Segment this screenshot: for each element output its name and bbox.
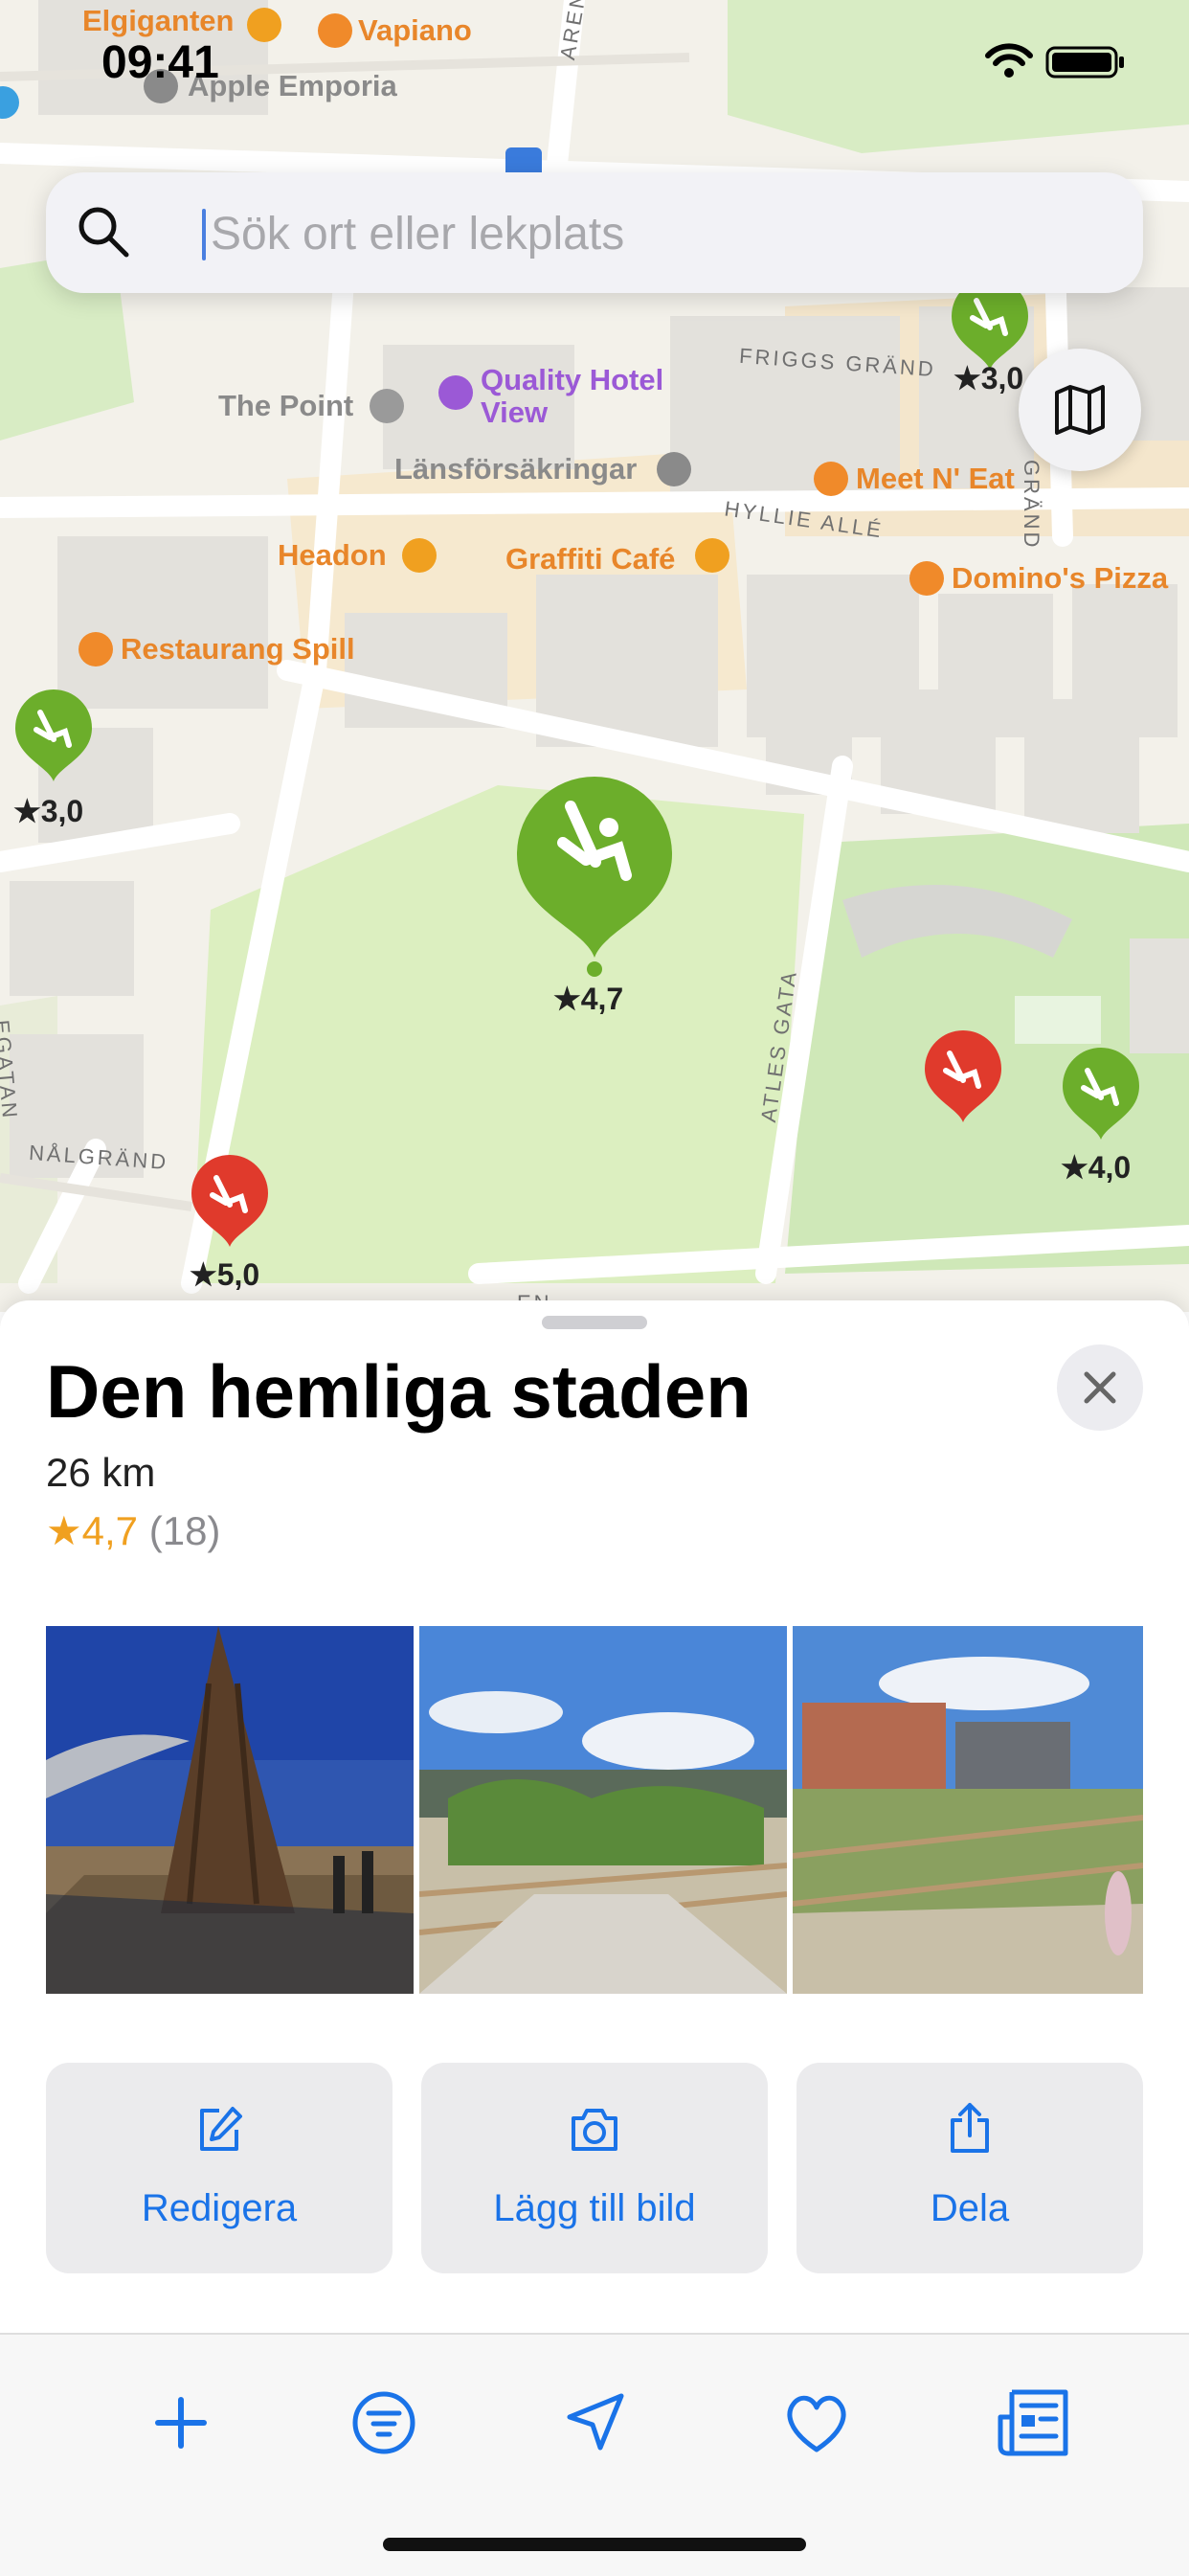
shopping-bag-icon	[247, 8, 281, 42]
pin-rating: ★3,0	[13, 794, 84, 828]
poi-graffiti-cafe[interactable]: Graffiti Café	[505, 542, 675, 576]
search-bar[interactable]	[46, 172, 1143, 293]
restaurant-icon	[79, 632, 113, 667]
star-icon: ★	[46, 1508, 82, 1553]
share-icon	[951, 2103, 989, 2153]
poi-meet-n-eat[interactable]: Meet N' Eat	[856, 462, 1015, 496]
hotel-icon	[438, 375, 473, 410]
text-caret	[202, 209, 206, 260]
poi-lansforsakringar[interactable]: Länsförsäkringar	[394, 452, 637, 486]
pin-rating: ★5,0	[190, 1257, 260, 1292]
pin-rating: ★4,7	[553, 982, 624, 1016]
rating-value: 4,7	[81, 1508, 139, 1553]
poi-dominos-pizza[interactable]: Domino's Pizza	[952, 561, 1168, 596]
close-button[interactable]	[1057, 1344, 1143, 1431]
review-count: (18)	[148, 1508, 221, 1553]
playground-pin-green[interactable]	[11, 689, 96, 785]
poi-vapiano[interactable]: Vapiano	[358, 13, 472, 48]
edit-label: Redigera	[141, 2187, 298, 2229]
playground-pin-green[interactable]	[1059, 1048, 1143, 1143]
camera-icon	[572, 2109, 617, 2151]
place-photo[interactable]	[46, 1626, 414, 1994]
edit-button[interactable]: Redigera	[46, 2063, 393, 2273]
pin-rating: ★4,0	[1061, 1150, 1132, 1185]
place-distance: 26 km	[46, 1450, 156, 1495]
poi-restaurang-spill[interactable]: Restaurang Spill	[121, 632, 355, 667]
bank-icon	[657, 452, 691, 486]
status-icons	[984, 42, 1128, 85]
sheet-handle[interactable]	[542, 1316, 647, 1329]
pin-rating: ★3,0	[953, 361, 1024, 395]
plus-icon[interactable]	[133, 2375, 229, 2471]
battery-icon	[1045, 46, 1124, 79]
place-photo[interactable]	[419, 1626, 787, 1994]
place-rating: ★4,7 (18)	[46, 1507, 220, 1554]
news-icon[interactable]	[987, 2375, 1083, 2471]
add-photo-button[interactable]: Lägg till bild	[421, 2063, 768, 2273]
search-input[interactable]	[209, 192, 1074, 276]
poi-the-point[interactable]: The Point	[218, 389, 353, 423]
share-button[interactable]: Dela	[796, 2063, 1143, 2273]
playground-pin-red[interactable]	[188, 1155, 272, 1251]
street-label: GRÄND	[1020, 460, 1043, 551]
location-arrow-icon[interactable]	[547, 2375, 642, 2471]
drink-icon	[402, 538, 437, 573]
heart-icon[interactable]	[769, 2375, 864, 2471]
edit-icon	[200, 2107, 242, 2151]
filter-icon[interactable]	[336, 2375, 432, 2471]
close-icon	[1084, 1371, 1116, 1404]
share-label: Dela	[930, 2187, 1010, 2229]
poi-headon[interactable]: Headon	[278, 538, 387, 573]
home-indicator	[383, 2538, 806, 2551]
poi-elgiganten[interactable]: Elgiganten	[82, 4, 234, 38]
restaurant-icon	[318, 13, 352, 48]
cafe-icon	[695, 538, 729, 573]
add-photo-label: Lägg till bild	[493, 2187, 696, 2229]
place-photo[interactable]	[793, 1626, 1143, 1994]
map-icon	[1055, 385, 1105, 435]
place-title: Den hemliga staden	[46, 1349, 752, 1434]
poi-apple-emporia[interactable]: Apple Emporia	[188, 69, 397, 103]
poi-quality-hotel-view[interactable]: Quality Hotel View	[481, 364, 672, 429]
playground-pin-selected[interactable]	[513, 774, 676, 977]
status-time: 09:41	[101, 37, 219, 88]
wifi-icon	[985, 43, 1033, 78]
map-type-button[interactable]	[1019, 349, 1141, 471]
search-icon	[79, 207, 129, 258]
food-icon	[814, 462, 848, 496]
pizza-icon	[909, 561, 944, 596]
playground-pin-red[interactable]	[921, 1030, 1005, 1126]
building-icon	[370, 389, 404, 423]
